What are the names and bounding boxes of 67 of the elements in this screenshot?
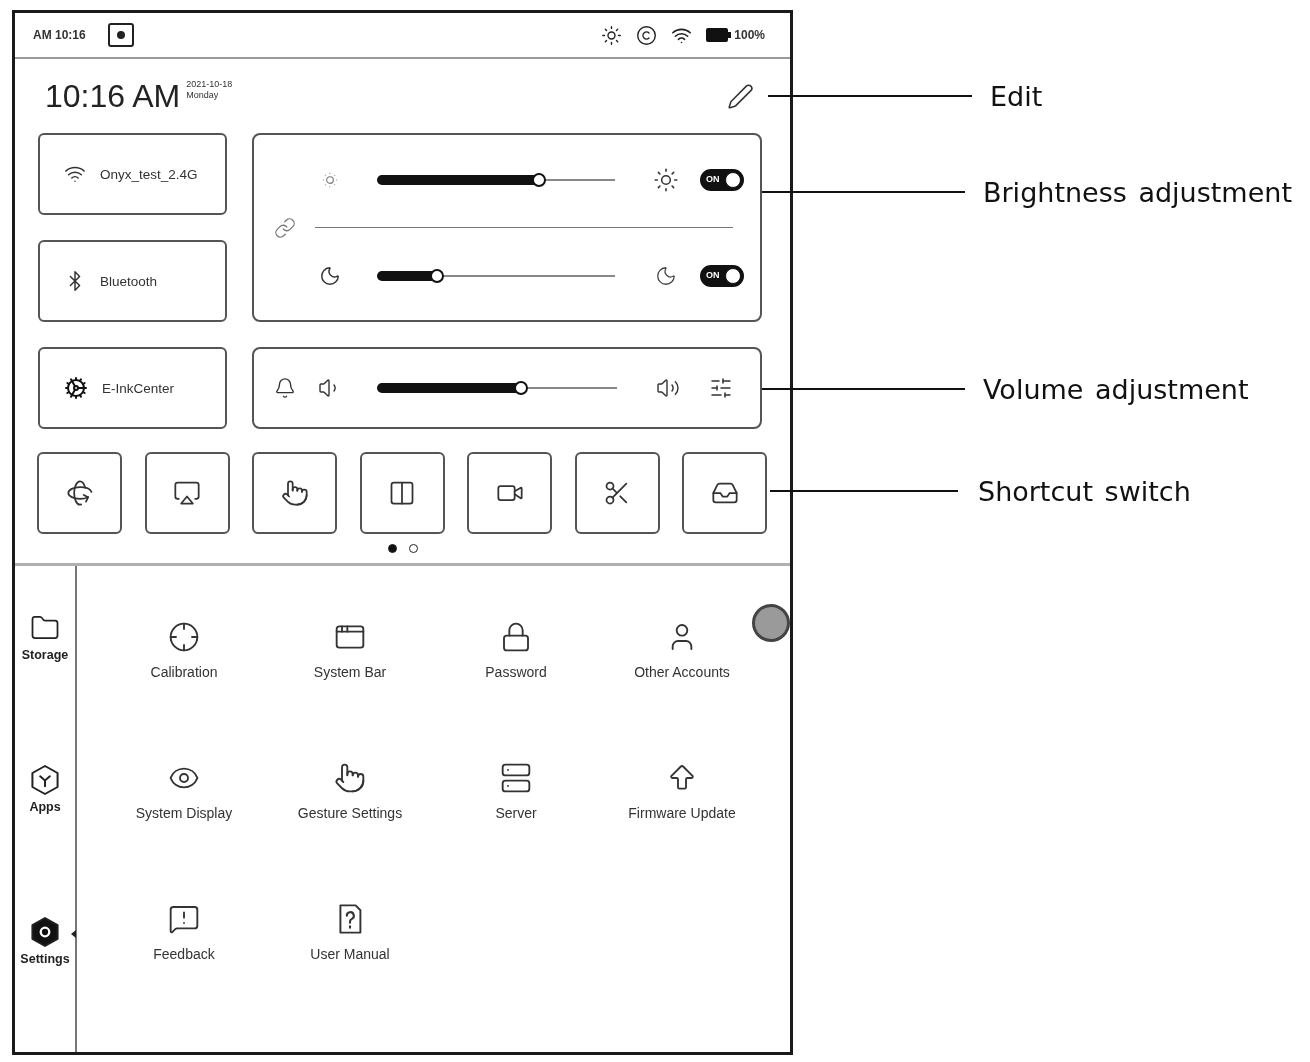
slider-thumb[interactable] [531, 172, 546, 187]
hexagon-icon [30, 765, 60, 795]
floating-ball-icon[interactable] [752, 604, 790, 642]
callout-label: Shortcut switch [978, 475, 1191, 507]
quick-tile[interactable]: Onyx_test_2.4G [38, 133, 227, 215]
settings-item[interactable]: System Bar [313, 621, 387, 680]
moon-icon [319, 264, 341, 287]
shortcut-button[interactable] [574, 452, 660, 534]
settings-item[interactable]: Server [495, 762, 537, 821]
sun-icon [653, 166, 679, 193]
bell-icon[interactable] [274, 377, 296, 399]
date-text: 2021-10-18 [186, 79, 233, 90]
sliders-icon[interactable] [709, 376, 733, 400]
status-time: AM 10:16 [33, 28, 86, 42]
screen-cast-icon [173, 479, 201, 507]
sidebar-tab[interactable]: Apps [15, 765, 75, 814]
sun-icon [601, 24, 623, 46]
edit-button[interactable] [727, 82, 754, 110]
battery-icon [706, 28, 732, 42]
settings-item[interactable]: Password [485, 621, 547, 680]
callout-label: Volume adjustment [983, 373, 1249, 405]
settings-item[interactable]: Calibration [150, 621, 218, 680]
toggle-switch[interactable]: ON [700, 264, 744, 287]
shortcut-button[interactable] [467, 452, 552, 534]
sidebar-tab[interactable]: Settings [15, 917, 75, 966]
server-icon [500, 762, 532, 794]
shortcut-button[interactable] [252, 452, 337, 534]
settings-item[interactable]: Other Accounts [634, 621, 730, 680]
rotate-icon [65, 479, 94, 507]
settings-item[interactable]: Firmware Update [628, 762, 736, 821]
quick-tile[interactable]: E-InkCenter [38, 347, 227, 429]
shortcut-button[interactable] [359, 452, 445, 534]
pen-icon [727, 82, 754, 110]
shortcut-button[interactable] [144, 452, 230, 534]
split-columns-icon [388, 479, 416, 507]
toggle-switch[interactable]: ON [700, 168, 744, 191]
quick-tile[interactable]: Bluetooth [38, 240, 227, 322]
settings-item[interactable]: User Manual [310, 903, 390, 962]
settings-item[interactable]: Gesture Settings [297, 762, 403, 821]
shortcut-button[interactable] [682, 452, 767, 534]
hand-pointer-icon [334, 762, 366, 794]
circled-c-icon [636, 24, 658, 46]
page-dot-icon[interactable] [387, 544, 397, 553]
callout-label: Edit [990, 80, 1043, 112]
weekday-text: Monday [186, 90, 220, 101]
settings-item[interactable]: Feedback [153, 903, 215, 962]
page-dot-icon[interactable] [408, 544, 418, 553]
clock-time: 10:16 AM [45, 80, 181, 112]
hexagon-icon [30, 917, 60, 947]
slider-track[interactable] [377, 381, 617, 395]
sidebar-tab[interactable]: Storage [15, 613, 75, 662]
shortcut-button[interactable] [37, 452, 122, 534]
slider-track[interactable] [377, 172, 615, 187]
crosshair-icon [168, 621, 200, 653]
settings-item[interactable]: System Display [135, 762, 233, 821]
moon-icon [655, 264, 677, 287]
slider-thumb[interactable] [429, 268, 444, 283]
gear-icon [64, 376, 88, 400]
callout-label: Brightness adjustment [983, 176, 1292, 208]
caret-icon [71, 930, 76, 938]
speaker-high-icon [656, 376, 680, 400]
hand-pointer-icon [280, 479, 309, 507]
link-icon[interactable] [274, 216, 296, 239]
battery-percent: 100% [734, 28, 765, 42]
lock-icon [500, 621, 532, 653]
slider-thumb[interactable] [514, 381, 528, 395]
feedback-bubble-icon [168, 903, 200, 935]
